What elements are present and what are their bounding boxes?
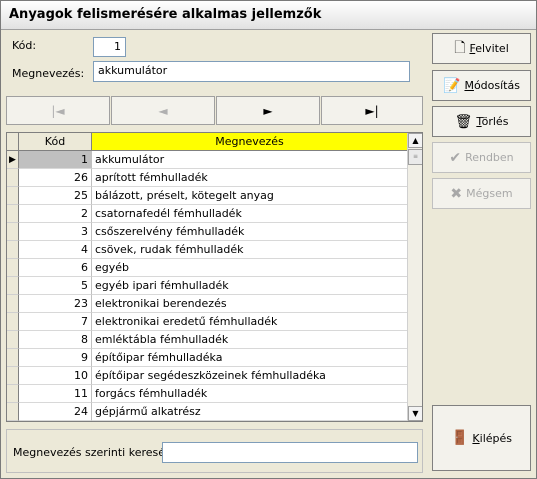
nav-last-button[interactable]: ►| xyxy=(321,96,423,125)
cell-megnevezes[interactable]: csatornafedél fémhulladék xyxy=(92,205,407,223)
table-row[interactable]: 23 elektronikai berendezés xyxy=(7,295,407,313)
exit-door-icon: 🚪 xyxy=(450,430,469,446)
row-indicator[interactable] xyxy=(7,403,19,421)
megnevezes-field[interactable]: akkumulátor xyxy=(93,61,410,82)
scroll-down-icon[interactable]: ▼ xyxy=(408,406,422,421)
scroll-thumb[interactable]: ≡ xyxy=(408,149,422,165)
cell-megnevezes[interactable]: emléktábla fémhulladék xyxy=(92,331,407,349)
rendben-button[interactable]: ✔ Rendben xyxy=(432,142,531,173)
data-grid[interactable]: Kód Megnevezés ▶ 1 akkumulátor 26 aprított f… xyxy=(6,132,423,422)
table-row[interactable]: 9 építőipar fémhulladéka xyxy=(7,349,407,367)
column-header-kod[interactable]: Kód xyxy=(19,133,92,151)
cell-megnevezes[interactable]: forgács fémhulladék xyxy=(92,385,407,403)
table-row[interactable]: 3 csőszerelvény fémhulladék xyxy=(7,223,407,241)
cell-kod[interactable]: 4 xyxy=(19,241,92,259)
cell-megnevezes[interactable]: építőipar fémhulladéka xyxy=(92,349,407,367)
cell-megnevezes[interactable]: egyéb xyxy=(92,259,407,277)
table-row[interactable]: 4 csövek, rudak fémhulladék xyxy=(7,241,407,259)
grid-scrollbar[interactable]: ▲ ≡ ▼ xyxy=(407,133,422,421)
row-indicator[interactable] xyxy=(7,187,19,205)
table-row[interactable]: 26 aprított fémhulladék xyxy=(7,169,407,187)
table-row[interactable]: 11 forgács fémhulladék xyxy=(7,385,407,403)
row-indicator[interactable] xyxy=(7,349,19,367)
cell-megnevezes[interactable]: építőipar segédeszközeinek fémhulladéka xyxy=(92,367,407,385)
row-indicator[interactable] xyxy=(7,313,19,331)
cell-kod[interactable]: 26 xyxy=(19,169,92,187)
cell-kod[interactable]: 11 xyxy=(19,385,92,403)
row-indicator[interactable] xyxy=(7,277,19,295)
cell-megnevezes[interactable]: egyéb ipari fémhulladék xyxy=(92,277,407,295)
cell-kod[interactable]: 23 xyxy=(19,295,92,313)
grid-header: Kód Megnevezés xyxy=(7,133,407,151)
trash-icon: 🗑 xyxy=(454,113,473,130)
title-bar: Anyagok felismerésére alkalmas jellemzők xyxy=(1,1,536,30)
kilepes-button[interactable]: 🚪 Kilépés xyxy=(432,405,531,471)
table-row[interactable]: 7 elektronikai eredetű fémhulladék xyxy=(7,313,407,331)
cell-kod[interactable]: 2 xyxy=(19,205,92,223)
cell-kod[interactable]: 1 xyxy=(19,151,92,169)
megsem-button[interactable]: ✖ Mégsem xyxy=(432,178,531,209)
table-row[interactable]: 6 egyéb xyxy=(7,259,407,277)
table-row[interactable]: 2 csatornafedél fémhulladék xyxy=(7,205,407,223)
row-indicator[interactable] xyxy=(7,259,19,277)
modositas-button[interactable]: 📝 Módosítás xyxy=(432,70,531,101)
cell-megnevezes[interactable]: elektronikai berendezés xyxy=(92,295,407,313)
scroll-up-icon[interactable]: ▲ xyxy=(408,133,422,148)
row-indicator[interactable] xyxy=(7,205,19,223)
torles-button[interactable]: 🗑 Törlés xyxy=(432,106,531,137)
cell-kod[interactable]: 3 xyxy=(19,223,92,241)
cancel-x-icon: ✖ xyxy=(450,185,463,202)
header-indicator-cell xyxy=(7,133,19,151)
column-header-megnevezes[interactable]: Megnevezés xyxy=(92,133,407,151)
cell-kod[interactable]: 25 xyxy=(19,187,92,205)
nav-first-button[interactable]: |◄ xyxy=(6,96,110,125)
row-indicator[interactable] xyxy=(7,367,19,385)
row-indicator[interactable] xyxy=(7,331,19,349)
table-row[interactable]: 5 egyéb ipari fémhulladék xyxy=(7,277,407,295)
cell-megnevezes[interactable]: elektronikai eredetű fémhulladék xyxy=(92,313,407,331)
row-indicator[interactable] xyxy=(7,223,19,241)
row-indicator[interactable] xyxy=(7,169,19,187)
felvitel-button[interactable]: 🗋 Felvitel xyxy=(432,33,531,64)
table-row[interactable]: 10 építőipar segédeszközeinek fémhulladék… xyxy=(7,367,407,385)
search-label: Megnevezés szerinti keresés xyxy=(13,446,171,459)
cell-megnevezes[interactable]: akkumulátor xyxy=(92,151,407,169)
table-row[interactable]: 25 bálázott, préselt, kötegelt anyag xyxy=(7,187,407,205)
megnevezes-label: Megnevezés: xyxy=(12,67,85,80)
cell-megnevezes[interactable]: gépjármű alkatrész xyxy=(92,403,407,421)
table-row[interactable]: 24 gépjármű alkatrész xyxy=(7,403,407,421)
cell-kod[interactable]: 10 xyxy=(19,367,92,385)
row-indicator[interactable] xyxy=(7,295,19,313)
cell-megnevezes[interactable]: bálázott, préselt, kötegelt anyag xyxy=(92,187,407,205)
edit-document-icon: 📝 xyxy=(443,77,461,94)
current-row-indicator-icon[interactable]: ▶ xyxy=(7,151,19,169)
nav-next-button[interactable]: ► xyxy=(216,96,320,125)
kod-field[interactable]: 1 xyxy=(93,37,126,57)
cell-megnevezes[interactable]: csövek, rudak fémhulladék xyxy=(92,241,407,259)
main-window: Anyagok felismerésére alkalmas jellemzők… xyxy=(0,0,537,479)
nav-prev-button[interactable]: ◄ xyxy=(111,96,215,125)
row-indicator[interactable] xyxy=(7,385,19,403)
checkmark-icon: ✔ xyxy=(449,149,462,166)
search-panel: Megnevezés szerinti keresés xyxy=(6,429,423,473)
cell-megnevezes[interactable]: csőszerelvény fémhulladék xyxy=(92,223,407,241)
cell-kod[interactable]: 7 xyxy=(19,313,92,331)
search-input[interactable] xyxy=(162,442,418,463)
cell-kod[interactable]: 24 xyxy=(19,403,92,421)
table-row[interactable]: 8 emléktábla fémhulladék xyxy=(7,331,407,349)
cell-megnevezes[interactable]: aprított fémhulladék xyxy=(92,169,407,187)
cell-kod[interactable]: 5 xyxy=(19,277,92,295)
kod-label: Kód: xyxy=(12,39,37,52)
cell-kod[interactable]: 6 xyxy=(19,259,92,277)
row-indicator[interactable] xyxy=(7,241,19,259)
cell-kod[interactable]: 8 xyxy=(19,331,92,349)
cell-kod[interactable]: 9 xyxy=(19,349,92,367)
new-document-icon: 🗋 xyxy=(454,39,466,56)
table-row[interactable]: ▶ 1 akkumulátor xyxy=(7,151,407,169)
window-title: Anyagok felismerésére alkalmas jellemzők xyxy=(9,7,322,22)
